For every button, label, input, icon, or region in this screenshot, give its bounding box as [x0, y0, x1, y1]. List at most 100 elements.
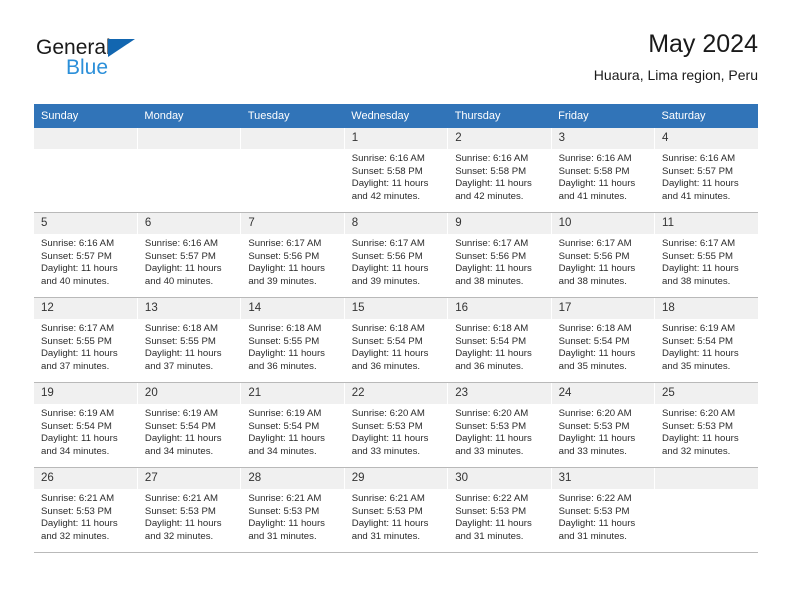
day-number: 27: [137, 468, 241, 489]
day-details: Sunrise: 6:17 AM Sunset: 5:56 PM Daylight:…: [345, 234, 447, 288]
calendar-day-cell[interactable]: 24 Sunrise: 6:20 AM Sunset: 5:53 PM Dayligh…: [551, 382, 656, 468]
calendar-day-cell[interactable]: 1 Sunrise: 6:16 AM Sunset: 5:58 PM Daylight…: [344, 128, 449, 213]
weekday-header-tuesday: Tuesday: [240, 104, 345, 128]
calendar-day-cell[interactable]: 2 Sunrise: 6:16 AM Sunset: 5:58 PM Daylight…: [447, 128, 552, 213]
calendar-day-cell[interactable]: 13 Sunrise: 6:18 AM Sunset: 5:55 PM Dayligh…: [137, 297, 242, 383]
calendar-day-cell[interactable]: 15 Sunrise: 6:18 AM Sunset: 5:54 PM Dayligh…: [344, 297, 449, 383]
calendar-day-cell[interactable]: 6 Sunrise: 6:16 AM Sunset: 5:57 PM Daylight…: [137, 212, 242, 298]
daylight-text-line2: and 36 minutes.: [351, 360, 421, 372]
sunrise-text: Sunrise: 6:19 AM: [41, 408, 115, 419]
sunset-text: Sunset: 5:54 PM: [144, 420, 216, 432]
calendar-day-cell[interactable]: 12 Sunrise: 6:17 AM Sunset: 5:55 PM Dayligh…: [34, 297, 138, 383]
sunset-text: Sunset: 5:57 PM: [41, 250, 112, 262]
day-cell-inner: 13 Sunrise: 6:18 AM Sunset: 5:55 PM Dayligh…: [137, 298, 241, 382]
daylight-text-line1: Daylight: 11 hours: [41, 348, 118, 360]
calendar-day-cell[interactable]: 19 Sunrise: 6:19 AM Sunset: 5:54 PM Dayligh…: [34, 382, 138, 468]
daylight-text-line1: Daylight: 11 hours: [455, 433, 532, 445]
day-number: 28: [241, 468, 344, 489]
calendar-day-cell[interactable]: 30 Sunrise: 6:22 AM Sunset: 5:53 PM Dayligh…: [447, 467, 552, 553]
day-cell-inner: [241, 128, 344, 212]
general-blue-logo[interactable]: General Blue: [34, 36, 234, 92]
calendar-day-cell[interactable]: 4 Sunrise: 6:16 AM Sunset: 5:57 PM Daylight…: [654, 128, 758, 213]
sunset-text: Sunset: 5:58 PM: [351, 165, 423, 177]
sunrise-text: Sunrise: 6:16 AM: [41, 238, 115, 249]
daylight-text-line1: Daylight: 11 hours: [558, 433, 636, 445]
day-cell-inner: 28 Sunrise: 6:21 AM Sunset: 5:53 PM Dayligh…: [241, 468, 344, 552]
day-details: Sunrise: 6:18 AM Sunset: 5:54 PM Daylight:…: [345, 319, 447, 373]
day-number: 26: [34, 468, 137, 489]
sunrise-text: Sunrise: 6:19 AM: [248, 408, 322, 419]
daylight-text-line1: Daylight: 11 hours: [41, 433, 118, 445]
daylight-text-line1: Daylight: 11 hours: [248, 263, 325, 275]
daylight-text-line1: Daylight: 11 hours: [248, 433, 325, 445]
sunset-text: Sunset: 5:54 PM: [351, 335, 423, 347]
calendar-day-cell[interactable]: 25 Sunrise: 6:20 AM Sunset: 5:53 PM Dayligh…: [654, 382, 758, 468]
daylight-text-line2: and 41 minutes.: [662, 190, 731, 202]
daylight-text-line1: Daylight: 11 hours: [351, 433, 429, 445]
day-number: 12: [34, 298, 137, 319]
calendar-week-row: 26 Sunrise: 6:21 AM Sunset: 5:53 PM Dayligh…: [34, 467, 758, 553]
sunset-text: Sunset: 5:54 PM: [662, 335, 733, 347]
calendar-day-cell[interactable]: 22 Sunrise: 6:20 AM Sunset: 5:53 PM Dayligh…: [344, 382, 449, 468]
day-details: Sunrise: 6:21 AM Sunset: 5:53 PM Daylight:…: [138, 489, 240, 543]
daylight-text-line1: Daylight: 11 hours: [248, 518, 325, 530]
day-number: 31: [551, 468, 655, 489]
sunset-text: Sunset: 5:53 PM: [41, 505, 112, 517]
day-cell-inner: 20 Sunrise: 6:19 AM Sunset: 5:54 PM Dayligh…: [137, 383, 241, 467]
daylight-text-line2: and 33 minutes.: [558, 445, 627, 457]
sunset-text: Sunset: 5:56 PM: [558, 250, 630, 262]
sunset-text: Sunset: 5:53 PM: [558, 420, 630, 432]
calendar-day-cell[interactable]: 28 Sunrise: 6:21 AM Sunset: 5:53 PM Dayligh…: [240, 467, 345, 553]
calendar-day-cell[interactable]: 17 Sunrise: 6:18 AM Sunset: 5:54 PM Dayligh…: [551, 297, 656, 383]
sunrise-text: Sunrise: 6:20 AM: [351, 408, 425, 419]
calendar-day-cell[interactable]: 16 Sunrise: 6:18 AM Sunset: 5:54 PM Dayligh…: [447, 297, 552, 383]
sunrise-text: Sunrise: 6:17 AM: [455, 238, 529, 249]
day-number: 11: [655, 213, 758, 234]
day-number: [241, 128, 344, 149]
daylight-text-line2: and 40 minutes.: [41, 275, 110, 287]
day-details: Sunrise: 6:19 AM Sunset: 5:54 PM Daylight:…: [138, 404, 240, 458]
calendar-day-cell[interactable]: 14 Sunrise: 6:18 AM Sunset: 5:55 PM Dayligh…: [240, 297, 345, 383]
calendar-day-cell[interactable]: 20 Sunrise: 6:19 AM Sunset: 5:54 PM Dayligh…: [137, 382, 242, 468]
sunrise-text: Sunrise: 6:17 AM: [248, 238, 322, 249]
sunrise-text: Sunrise: 6:18 AM: [558, 323, 632, 334]
sunset-text: Sunset: 5:53 PM: [455, 420, 527, 432]
day-number: 1: [344, 128, 448, 149]
day-cell-inner: [655, 468, 758, 552]
day-details: Sunrise: 6:19 AM Sunset: 5:54 PM Daylight:…: [655, 319, 758, 373]
calendar-day-cell[interactable]: 23 Sunrise: 6:20 AM Sunset: 5:53 PM Dayligh…: [447, 382, 552, 468]
day-number: 19: [34, 383, 137, 404]
daylight-text-line1: Daylight: 11 hours: [351, 178, 429, 190]
day-number: 6: [137, 213, 241, 234]
day-number: 25: [655, 383, 758, 404]
day-details: Sunrise: 6:16 AM Sunset: 5:58 PM Daylight:…: [345, 149, 447, 203]
calendar-day-cell[interactable]: 29 Sunrise: 6:21 AM Sunset: 5:53 PM Dayligh…: [344, 467, 449, 553]
sunrise-text: Sunrise: 6:16 AM: [455, 153, 529, 164]
calendar-day-cell[interactable]: 9 Sunrise: 6:17 AM Sunset: 5:56 PM Daylight…: [447, 212, 552, 298]
calendar-day-cell[interactable]: 31 Sunrise: 6:22 AM Sunset: 5:53 PM Dayligh…: [551, 467, 656, 553]
calendar-body: 1 Sunrise: 6:16 AM Sunset: 5:58 PM Daylight…: [34, 128, 758, 553]
sunrise-text: Sunrise: 6:16 AM: [144, 238, 218, 249]
daylight-text-line2: and 36 minutes.: [455, 360, 524, 372]
calendar-day-cell[interactable]: 10 Sunrise: 6:17 AM Sunset: 5:56 PM Dayligh…: [551, 212, 656, 298]
day-details: Sunrise: 6:21 AM Sunset: 5:53 PM Daylight:…: [345, 489, 447, 543]
calendar-day-cell[interactable]: 7 Sunrise: 6:17 AM Sunset: 5:56 PM Daylight…: [240, 212, 345, 298]
day-details: Sunrise: 6:17 AM Sunset: 5:56 PM Daylight:…: [241, 234, 343, 288]
calendar-day-cell[interactable]: 21 Sunrise: 6:19 AM Sunset: 5:54 PM Dayligh…: [240, 382, 345, 468]
day-number: [137, 128, 241, 149]
calendar-day-cell[interactable]: 8 Sunrise: 6:17 AM Sunset: 5:56 PM Daylight…: [344, 212, 449, 298]
sunset-text: Sunset: 5:53 PM: [351, 420, 423, 432]
day-cell-inner: 31 Sunrise: 6:22 AM Sunset: 5:53 PM Dayligh…: [551, 468, 655, 552]
calendar-day-cell[interactable]: 27 Sunrise: 6:21 AM Sunset: 5:53 PM Dayligh…: [137, 467, 242, 553]
calendar-day-cell[interactable]: 3 Sunrise: 6:16 AM Sunset: 5:58 PM Daylight…: [551, 128, 656, 213]
calendar-day-cell[interactable]: 18 Sunrise: 6:19 AM Sunset: 5:54 PM Dayligh…: [654, 297, 758, 383]
logo-triangle-icon: [108, 39, 135, 57]
calendar-day-cell[interactable]: 5 Sunrise: 6:16 AM Sunset: 5:57 PM Daylight…: [34, 212, 138, 298]
day-number: 24: [551, 383, 655, 404]
calendar-day-cell-empty: [137, 128, 242, 213]
weekday-header-thursday: Thursday: [447, 104, 552, 128]
calendar-day-cell[interactable]: 11 Sunrise: 6:17 AM Sunset: 5:55 PM Dayligh…: [654, 212, 758, 298]
sunset-text: Sunset: 5:53 PM: [248, 505, 320, 517]
sunset-text: Sunset: 5:57 PM: [144, 250, 216, 262]
calendar-day-cell[interactable]: 26 Sunrise: 6:21 AM Sunset: 5:53 PM Dayligh…: [34, 467, 138, 553]
